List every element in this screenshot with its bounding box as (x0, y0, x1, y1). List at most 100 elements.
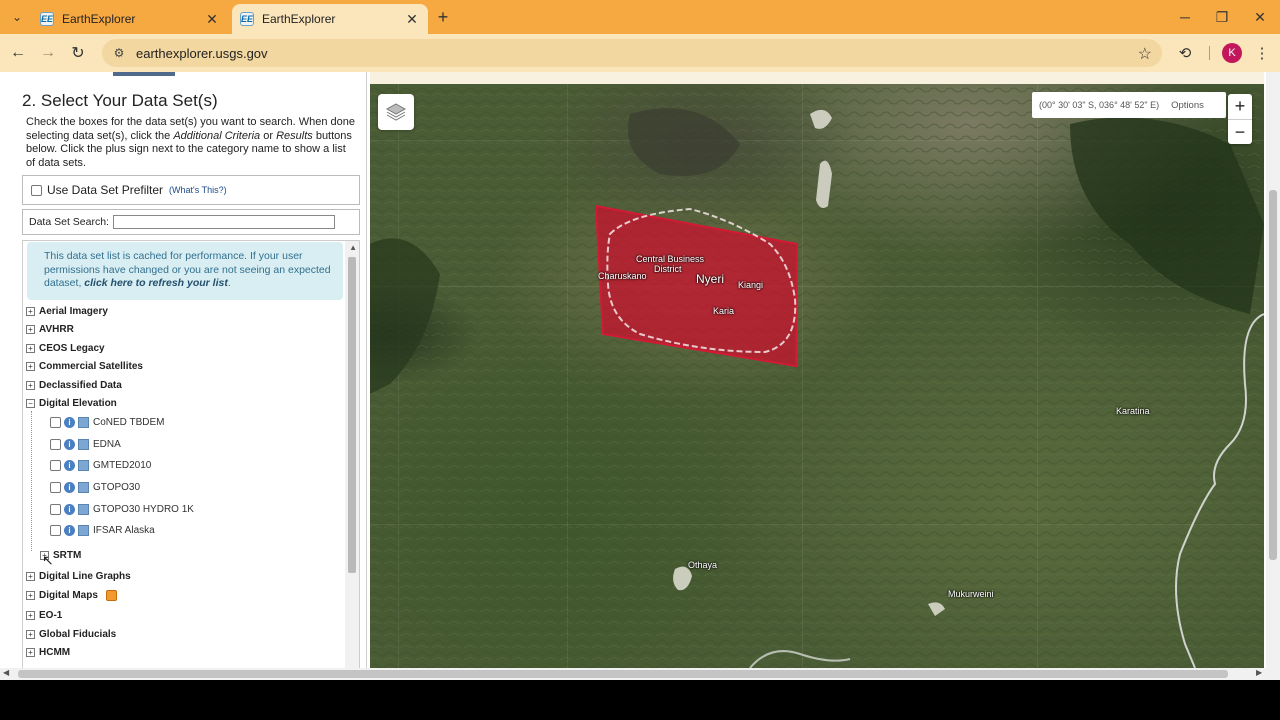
instructions-text: Check the boxes for the data set(s) you … (26, 116, 355, 169)
earthexplorer-favicon-icon: EE (40, 12, 54, 26)
refresh-list-link[interactable]: click here to refresh your list (84, 277, 228, 289)
browse-overlay-icon[interactable] (78, 481, 89, 493)
map-options-button[interactable]: Options (1171, 100, 1204, 111)
profile-avatar[interactable]: K (1222, 43, 1242, 63)
category-avhrr[interactable]: + AVHRR (26, 322, 74, 336)
horizontal-scrollbar[interactable]: ◀ ▶ (0, 668, 1280, 680)
map-label-cbd-2: District (654, 264, 682, 274)
close-tab-icon[interactable]: ✕ (404, 11, 420, 28)
browser-tab-2[interactable]: EE EarthExplorer ✕ (232, 4, 428, 34)
expand-plus-icon[interactable]: + (26, 324, 35, 334)
prefilter-box: Use Data Set Prefilter (What's This?) (22, 175, 360, 205)
dataset-search-box: Data Set Search: (22, 209, 360, 235)
prefilter-checkbox[interactable] (31, 184, 42, 196)
forward-arrow-icon[interactable]: → (37, 42, 59, 64)
layers-button[interactable] (378, 94, 414, 130)
category-digital-maps[interactable]: + Digital Maps (26, 588, 117, 602)
tab-title: EarthExplorer (62, 12, 136, 26)
expand-plus-icon[interactable]: + (26, 571, 35, 581)
tab-title: EarthExplorer (262, 12, 336, 26)
satellite-map[interactable]: Central Business District Nyeri Charuska… (370, 84, 1264, 668)
info-icon[interactable]: i (64, 524, 75, 536)
category-declassified-data[interactable]: + Declassified Data (26, 378, 122, 392)
back-arrow-icon[interactable]: ← (7, 42, 29, 64)
coordinate-readout: (00° 30' 03" S, 036° 48' 52" E) Options (1032, 92, 1226, 118)
new-tab-plus-icon[interactable]: + (432, 6, 454, 28)
expand-plus-icon[interactable]: + (26, 380, 35, 390)
minimize-icon[interactable]: ─ (1173, 6, 1197, 28)
site-info-icon[interactable]: ⚙ (110, 44, 128, 62)
info-icon[interactable]: i (64, 438, 75, 450)
map-header-strip (370, 72, 1264, 84)
category-digital-elevation[interactable]: − Digital Elevation (26, 396, 117, 410)
category-aerial-imagery[interactable]: + Aerial Imagery (26, 304, 108, 318)
category-global-fiducials[interactable]: + Global Fiducials (26, 627, 116, 641)
address-bar[interactable]: ⚙ earthexplorer.usgs.gov ☆ (102, 39, 1162, 67)
category-eo-1[interactable]: + EO-1 (26, 608, 62, 622)
browse-overlay-icon[interactable] (78, 438, 89, 450)
reload-icon[interactable]: ↻ (67, 42, 89, 64)
browse-overlay-icon[interactable] (78, 416, 89, 428)
scroll-right-arrow-icon[interactable]: ▶ (1256, 668, 1262, 677)
tree-scrollbar-thumb[interactable] (348, 257, 356, 573)
layers-icon (385, 103, 407, 121)
map-label-cbd: Central Business (636, 254, 705, 264)
browse-overlay-icon[interactable] (78, 524, 89, 536)
expand-plus-icon[interactable]: + (26, 647, 35, 657)
browser-tab-1[interactable]: EE EarthExplorer ✕ (32, 4, 228, 34)
map-label-nyeri: Nyeri (696, 272, 725, 286)
active-tab-indicator (113, 72, 175, 76)
expand-plus-icon[interactable]: + (26, 629, 35, 639)
dataset-checkbox[interactable] (50, 416, 61, 428)
dataset-search-input[interactable] (112, 215, 335, 229)
prefilter-label: Use Data Set Prefilter (47, 183, 164, 197)
collapse-minus-icon[interactable]: − (26, 398, 35, 408)
browser-toolbar: ← → ↻ ⚙ earthexplorer.usgs.gov ☆ ⟲ K ⋮ (0, 34, 1280, 72)
history-icon[interactable]: ⟲ (1174, 42, 1196, 64)
expand-plus-icon[interactable]: + (26, 361, 35, 371)
tab-search-chevron-icon[interactable]: ⌄ (6, 6, 28, 28)
scroll-up-arrow-icon[interactable]: ▲ (349, 243, 357, 252)
browser-menu-icon[interactable]: ⋮ (1251, 42, 1273, 64)
dataset-item[interactable]: i GTOPO30 (50, 480, 140, 494)
expand-plus-icon[interactable]: + (26, 590, 35, 600)
bookmark-star-icon[interactable]: ☆ (1138, 44, 1152, 64)
browse-overlay-icon[interactable] (78, 503, 89, 515)
dataset-checkbox[interactable] (50, 524, 61, 536)
scroll-left-arrow-icon[interactable]: ◀ (3, 668, 9, 677)
expand-plus-icon[interactable]: + (26, 343, 35, 353)
tree-scrollbar[interactable]: ▲ (345, 241, 359, 668)
info-icon[interactable]: i (64, 459, 75, 471)
dataset-checkbox[interactable] (50, 459, 61, 471)
whats-this-link[interactable]: (What's This?) (169, 185, 227, 195)
category-digital-line-graphs[interactable]: + Digital Line Graphs (26, 569, 131, 583)
dataset-item[interactable]: i EDNA (50, 437, 121, 451)
expand-plus-icon[interactable]: + (26, 610, 35, 620)
close-window-icon[interactable]: ✕ (1248, 6, 1272, 28)
map-overlay (370, 84, 1264, 668)
dataset-checkbox[interactable] (50, 481, 61, 493)
dataset-item[interactable]: i CoNED TBDEM (50, 415, 165, 429)
horizontal-scrollbar-thumb[interactable] (18, 670, 1228, 678)
category-ceos-legacy[interactable]: + CEOS Legacy (26, 341, 105, 355)
mouse-cursor-icon: ↖ (42, 552, 54, 568)
dataset-item[interactable]: i GMTED2010 (50, 458, 151, 472)
map-label-charuskano: Charuskano (598, 271, 647, 281)
page-scrollbar[interactable] (1266, 72, 1280, 668)
info-icon[interactable]: i (64, 416, 75, 428)
info-icon[interactable]: i (64, 481, 75, 493)
browse-overlay-icon[interactable] (78, 459, 89, 471)
info-icon[interactable]: i (64, 503, 75, 515)
category-commercial-satellites[interactable]: + Commercial Satellites (26, 359, 143, 373)
zoom-out-button[interactable]: − (1228, 120, 1252, 145)
page-scrollbar-thumb[interactable] (1269, 190, 1277, 560)
dataset-checkbox[interactable] (50, 503, 61, 515)
dataset-item[interactable]: i IFSAR Alaska (50, 523, 155, 537)
category-hcmm[interactable]: + HCMM (26, 645, 70, 659)
dataset-checkbox[interactable] (50, 438, 61, 450)
close-tab-icon[interactable]: ✕ (204, 11, 220, 28)
dataset-item[interactable]: i GTOPO30 HYDRO 1K (50, 502, 194, 516)
expand-plus-icon[interactable]: + (26, 306, 35, 316)
zoom-in-button[interactable]: + (1228, 94, 1252, 119)
restore-icon[interactable]: ❐ (1210, 6, 1234, 28)
